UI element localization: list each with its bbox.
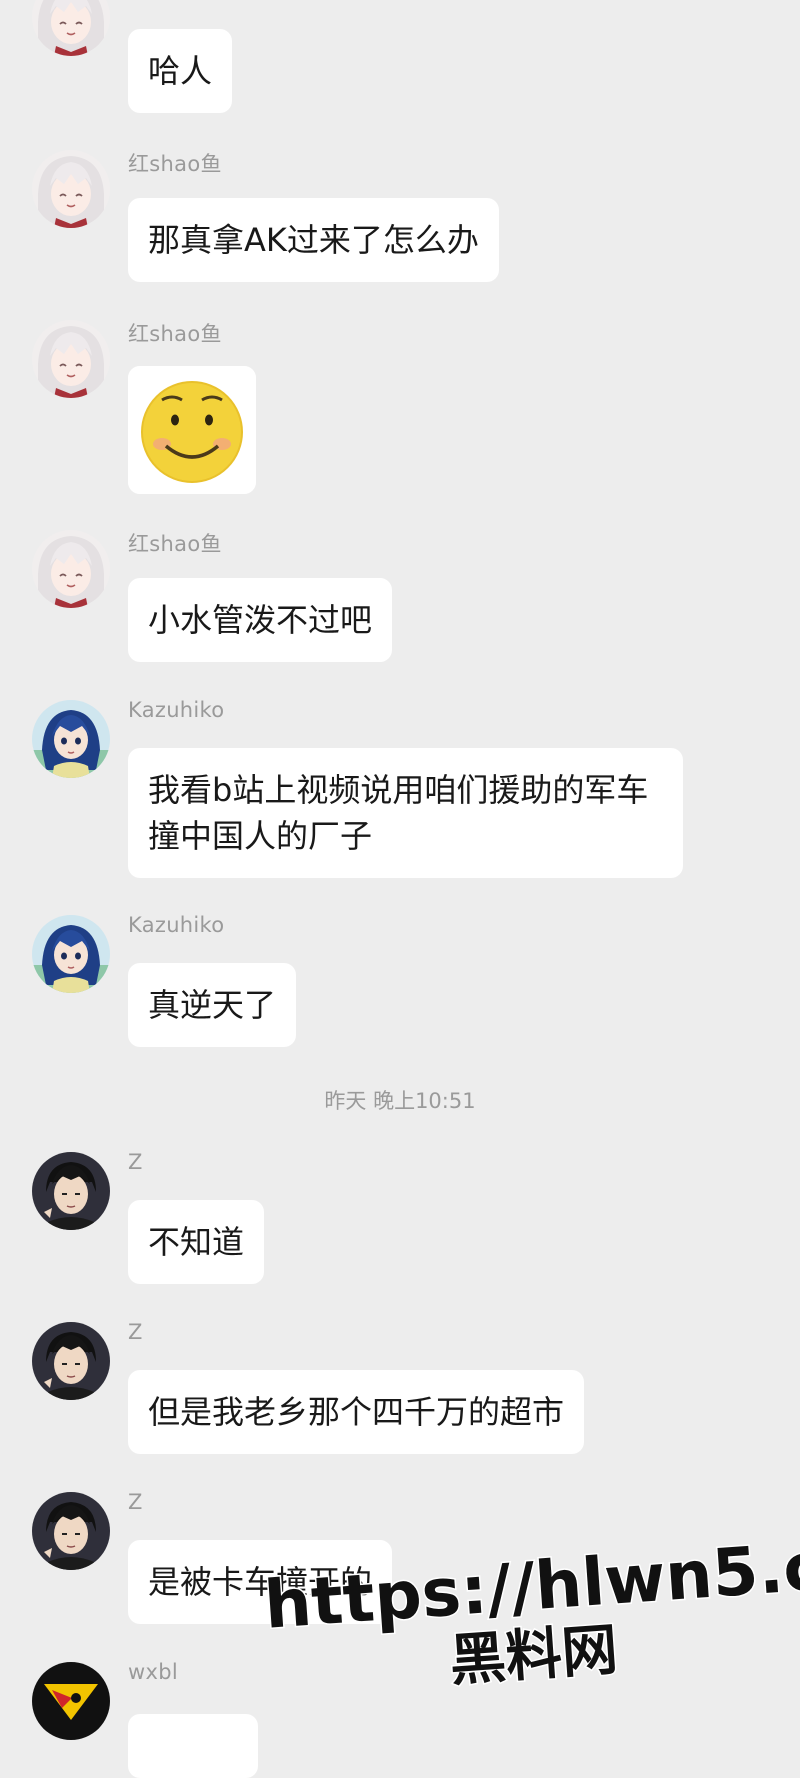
chat-message-list[interactable]: 哈人 红shao鱼 那真拿AK过来了怎么办 红shao鱼 红shao鱼 小水管泼… — [0, 0, 800, 1778]
sender-name: Kazuhiko — [128, 698, 225, 722]
sticker-bubble[interactable] — [128, 366, 256, 494]
message-bubble[interactable]: 那真拿AK过来了怎么办 — [128, 198, 499, 282]
message-bubble[interactable]: 我看b站上视频说用咱们援助的军车撞中国人的厂子 — [128, 748, 683, 878]
message-bubble[interactable]: 小水管泼不过吧 — [128, 578, 393, 662]
message-bubble[interactable]: 不知道 — [128, 1200, 265, 1284]
avatar-z-icon[interactable] — [32, 1152, 110, 1230]
avatar-wxbl-icon[interactable] — [32, 1662, 110, 1740]
avatar-hong-icon[interactable] — [32, 150, 110, 228]
avatar-hong-icon[interactable] — [32, 0, 110, 56]
avatar-kazu-icon[interactable] — [32, 700, 110, 778]
avatar-hong-icon[interactable] — [32, 320, 110, 398]
message-bubble[interactable]: 哈人 — [128, 29, 233, 113]
message-bubble[interactable] — [128, 1714, 258, 1778]
avatar-z-icon[interactable] — [32, 1322, 110, 1400]
avatar-hong-icon[interactable] — [32, 530, 110, 608]
sender-name: Z — [128, 1490, 143, 1514]
smiley-sticker-icon — [128, 366, 256, 494]
sender-name: Kazuhiko — [128, 913, 225, 937]
sender-name: wxbl — [128, 1660, 178, 1684]
sender-name: Z — [128, 1150, 143, 1174]
message-bubble[interactable]: 但是我老乡那个四千万的超市 — [128, 1370, 585, 1454]
sender-name: 红shao鱼 — [128, 532, 222, 556]
message-bubble[interactable]: 真逆天了 — [128, 963, 297, 1047]
avatar-z-icon[interactable] — [32, 1492, 110, 1570]
sender-name: Z — [128, 1320, 143, 1344]
sender-name: 红shao鱼 — [128, 322, 222, 346]
timestamp-divider: 昨天 晚上10:51 — [324, 1089, 476, 1113]
sender-name: 红shao鱼 — [128, 152, 222, 176]
avatar-kazu-icon[interactable] — [32, 915, 110, 993]
